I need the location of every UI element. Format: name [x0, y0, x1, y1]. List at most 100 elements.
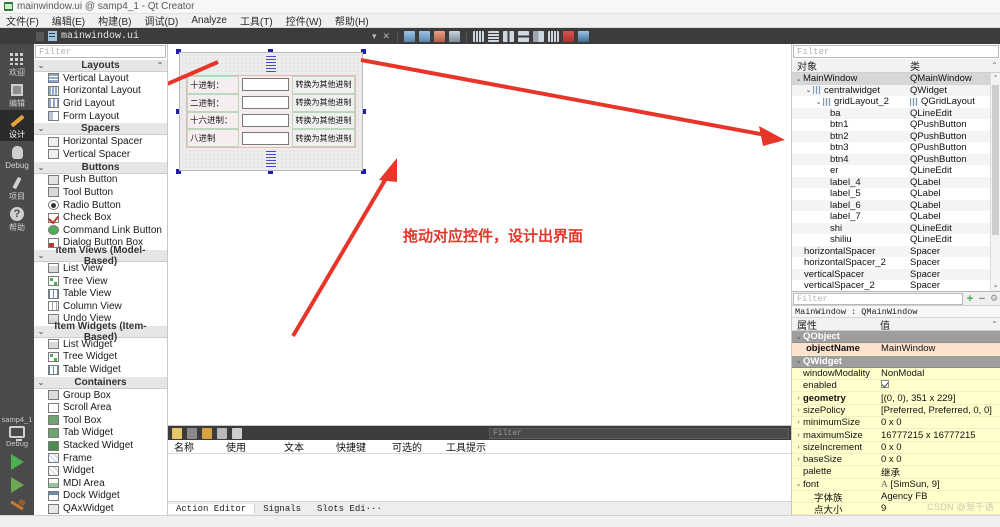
object-col-class[interactable]: 类 — [910, 58, 989, 73]
action-col-tooltip[interactable]: 工具提示 — [440, 439, 791, 454]
central-widget-surface[interactable]: 十进制： 转换为其他进制 二进制： 转换为其他进制 十六进制： 转 — [179, 52, 363, 171]
action-col-shortcut[interactable]: 快捷键 — [330, 439, 386, 454]
action-col-name[interactable]: 名称 — [168, 439, 220, 454]
action-col-checkable[interactable]: 可选的 — [386, 439, 440, 454]
widget-item-form-layout[interactable]: Form Layout — [34, 110, 167, 123]
new-action-icon[interactable] — [172, 428, 182, 439]
form-row-hex[interactable]: 十六进制： 转换为其他进制 — [187, 112, 355, 130]
mode-help[interactable]: ? 帮助 — [0, 203, 34, 234]
widget-item-column-view[interactable]: Column View — [34, 300, 167, 313]
object-inspector-scrollbar[interactable]: ⌃ ⌄ — [990, 73, 1000, 291]
property-row-palette[interactable]: palette继承 — [792, 466, 1000, 478]
action-editor-body[interactable] — [168, 454, 791, 501]
expand-arrow-icon-geometry[interactable]: › — [794, 395, 803, 402]
widget-group-item-widgets[interactable]: ⌄ Item Widgets (Item-Based) — [34, 325, 167, 338]
widget-item-tool-box[interactable]: Tool Box — [34, 414, 167, 427]
widget-item-vertical-layout[interactable]: Vertical Layout — [34, 72, 167, 85]
object-row-mainwindow[interactable]: ⌄MainWindowQMainWindow — [792, 73, 1000, 85]
property-row-objectname[interactable]: objectNameMainWindow — [792, 343, 1000, 355]
property-row-enabled[interactable]: enabled — [792, 380, 1000, 392]
object-row-gridlayout2[interactable]: ⌄gridLayout_2QGridLayout — [792, 96, 1000, 108]
widget-box-list[interactable]: ⌄ Layouts ⌃ Vertical Layout Horizontal L… — [34, 59, 167, 515]
property-row-maximumsize[interactable]: ›maximumSize16777215 x 16777215 — [792, 429, 1000, 441]
widget-item-dock-widget[interactable]: Dock Widget — [34, 490, 167, 503]
edit-tab-order-tool-icon[interactable] — [449, 31, 460, 42]
mode-welcome[interactable]: 欢迎 — [0, 48, 34, 79]
form-canvas[interactable]: 十进制： 转换为其他进制 二进制： 转换为其他进制 十六进制： 转 — [168, 44, 791, 425]
debug-run-button-icon[interactable] — [11, 477, 24, 493]
widget-item-vertical-spacer[interactable]: Vertical Spacer — [34, 148, 167, 161]
paste-action-icon[interactable] — [202, 428, 212, 439]
property-group-qobject[interactable]: ⌄QObject — [792, 331, 1000, 343]
layout-grid-icon[interactable] — [548, 31, 559, 42]
object-row-verticalspacer[interactable]: verticalSpacerSpacer — [792, 269, 1000, 281]
property-value[interactable] — [880, 380, 1000, 391]
property-value[interactable]: 0 x 0 — [880, 442, 1000, 453]
property-value[interactable]: [(0, 0), 351 x 229] — [880, 393, 1000, 404]
collapse-arrow-icon-2[interactable]: ⌄ — [794, 357, 803, 365]
menu-item-tools[interactable]: 工具(T) — [240, 13, 273, 28]
menu-item-file[interactable]: 文件(F) — [6, 13, 39, 28]
button-btn2[interactable]: 转换为其他进制 — [292, 94, 355, 112]
button-btn4[interactable]: 转换为其他进制 — [292, 129, 355, 147]
property-value[interactable]: A [SimSun, 9] — [880, 479, 1000, 490]
scroll-up-icon[interactable]: ⌃ — [989, 61, 1000, 70]
tab-signals[interactable]: Signals — [255, 504, 309, 514]
lineedit-shiliu[interactable] — [242, 114, 289, 127]
object-row-btn1[interactable]: btn1QPushButton — [792, 119, 1000, 131]
widget-group-containers[interactable]: ⌄ Containers — [34, 376, 167, 389]
object-col-name[interactable]: 对象 — [792, 58, 910, 73]
widget-item-horizontal-spacer[interactable]: Horizontal Spacer — [34, 135, 167, 148]
mode-design[interactable]: 设计 — [0, 110, 34, 141]
widget-group-item-views[interactable]: ⌄ Item Views (Model-Based) — [34, 249, 167, 262]
property-value[interactable]: 16777215 x 16777215 — [880, 430, 1000, 441]
object-row-ba[interactable]: baQLineEdit — [792, 108, 1000, 120]
drag-handle-icon[interactable] — [36, 32, 44, 41]
tab-slots-editor[interactable]: Slots Edi··· — [309, 504, 390, 514]
build-button-icon[interactable] — [10, 500, 25, 511]
expand-arrow-icon-sizeinc[interactable]: › — [794, 444, 803, 451]
property-value[interactable]: [Preferred, Preferred, 0, 0] — [880, 405, 1000, 416]
widget-item-scroll-area[interactable]: Scroll Area — [34, 401, 167, 414]
property-row-sizeincrement[interactable]: ›sizeIncrement0 x 0 — [792, 442, 1000, 454]
mode-projects[interactable]: 项目 — [0, 172, 34, 203]
property-row-geometry[interactable]: ›geometry[(0, 0), 351 x 229] — [792, 392, 1000, 404]
property-value[interactable]: 0 x 0 — [880, 454, 1000, 465]
expand-arrow-icon-3[interactable]: ⌄ — [814, 98, 823, 106]
mode-debug[interactable]: Debug — [0, 141, 34, 172]
tab-close-icon[interactable]: ✕ — [383, 31, 391, 42]
expand-arrow-icon[interactable]: ⌄ — [794, 75, 803, 83]
lineedit-er[interactable] — [242, 96, 289, 109]
object-row-er[interactable]: erQLineEdit — [792, 165, 1000, 177]
vertical-spacer-bottom[interactable] — [266, 151, 276, 167]
object-row-shi[interactable]: shiQLineEdit — [792, 223, 1000, 235]
widget-item-frame[interactable]: Frame — [34, 452, 167, 465]
mode-edit[interactable]: 编辑 — [0, 79, 34, 110]
lineedit-ba[interactable] — [242, 132, 289, 145]
form-row-binary[interactable]: 二进制： 转换为其他进制 — [187, 94, 355, 112]
layout-splitter-h-icon[interactable] — [503, 31, 514, 42]
menu-item-build[interactable]: 构建(B) — [98, 13, 131, 28]
widget-item-push-button[interactable]: Push Button — [34, 174, 167, 187]
object-row-label6[interactable]: label_6QLabel — [792, 200, 1000, 212]
target-selector-icon[interactable] — [9, 426, 25, 438]
object-row-shiliu[interactable]: shiliuQLineEdit — [792, 234, 1000, 246]
form-widget[interactable]: 十进制： 转换为其他进制 二进制： 转换为其他进制 十六进制： 转 — [176, 49, 366, 174]
widget-item-grid-layout[interactable]: Grid Layout — [34, 97, 167, 110]
action-editor-filter-input[interactable]: Filter — [489, 428, 789, 439]
button-btn1[interactable]: 转换为其他进制 — [292, 76, 355, 94]
widget-group-spacers[interactable]: ⌄ Spacers — [34, 122, 167, 135]
widget-item-check-box[interactable]: Check Box — [34, 211, 167, 224]
object-inspector-filter-input[interactable]: Filter — [793, 45, 999, 58]
property-value[interactable]: NonModal — [880, 368, 1000, 379]
menu-item-analyze[interactable]: Analyze — [191, 15, 227, 26]
copy-action-icon[interactable] — [187, 428, 197, 439]
property-col-value[interactable]: 值 — [880, 317, 989, 332]
scrollbar-thumb[interactable] — [992, 85, 999, 235]
property-row-sizepolicy[interactable]: ›sizePolicy[Preferred, Preferred, 0, 0] — [792, 405, 1000, 417]
edit-action-icon[interactable] — [232, 428, 242, 439]
expand-arrow-icon-minsize[interactable]: › — [794, 419, 803, 426]
widget-item-qax-widget[interactable]: QAxWidget — [34, 502, 167, 515]
widget-item-mdi-area[interactable]: MDI Area — [34, 477, 167, 490]
object-inspector-tree[interactable]: ⌄MainWindowQMainWindow ⌄centralwidgetQWi… — [792, 73, 1000, 291]
